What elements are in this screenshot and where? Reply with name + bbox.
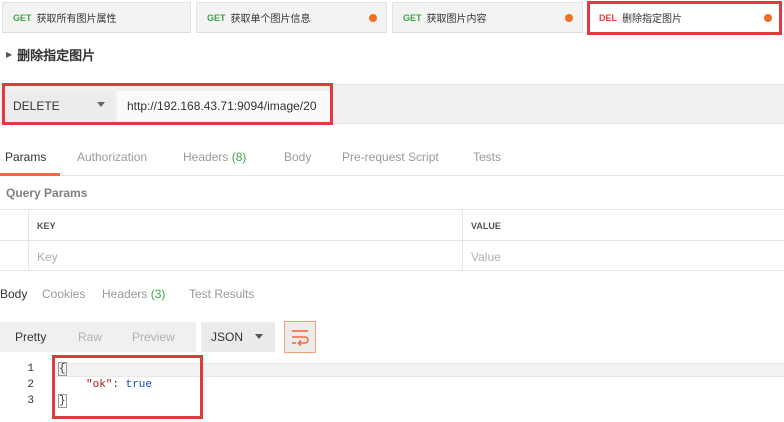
unsaved-dot-icon [764, 14, 772, 22]
tab-headers-label: Headers [183, 150, 229, 164]
headers-count: (8) [231, 150, 247, 164]
caret-right-icon[interactable]: ▶ [6, 50, 12, 59]
view-mode-group: Pretty Raw Preview [0, 322, 196, 352]
value-column-header: VALUE [462, 210, 784, 240]
table-header-row: KEY VALUE [0, 210, 784, 241]
tab-authorization[interactable]: Authorization [77, 150, 147, 164]
current-line-highlight [56, 363, 784, 377]
response-tab-body[interactable]: Body [0, 287, 27, 301]
url-bar: DELETE http://192.168.43.71:9094/image/2… [0, 84, 784, 124]
tab-body[interactable]: Body [284, 150, 311, 164]
format-select-value: JSON [211, 330, 244, 344]
table-row: Key Value [0, 241, 784, 272]
tab-method: GET [403, 12, 422, 23]
response-tab-headers[interactable]: Headers (3) [102, 287, 165, 301]
response-body-editor[interactable]: 1 2 3 { "ok": true } [0, 362, 784, 422]
tab-method: GET [207, 12, 226, 23]
response-headers-count: (3) [150, 287, 166, 301]
request-title-text: 删除指定图片 [17, 48, 96, 63]
matched-bracket: } [58, 394, 67, 408]
tab-headers[interactable]: Headers (8) [183, 150, 246, 164]
method-select-value: DELETE [13, 99, 60, 113]
tab-tests[interactable]: Tests [473, 150, 501, 164]
tab-get-all-image-properties[interactable]: GET 获取所有图片属性 [2, 2, 191, 33]
json-key: "ok" [86, 379, 113, 391]
response-tab-headers-label: Headers [102, 287, 148, 301]
request-subtabs: Params Authorization Headers (8) Body Pr… [0, 140, 784, 176]
line-number: 1 [27, 363, 34, 375]
request-title[interactable]: ▶ 删除指定图片 [6, 45, 95, 64]
tab-title: 获取单个图片信息 [230, 14, 311, 25]
pretty-button[interactable]: Pretty [15, 330, 46, 344]
key-input[interactable]: Key [28, 241, 462, 271]
response-tab-test-results[interactable]: Test Results [189, 287, 254, 301]
response-tab-cookies[interactable]: Cookies [42, 287, 85, 301]
line-number: 3 [27, 395, 34, 407]
value-input[interactable]: Value [462, 241, 784, 271]
method-select[interactable]: DELETE [6, 91, 114, 121]
tab-title: 获取图片内容 [426, 14, 487, 25]
tab-delete-image[interactable]: DEL 删除指定图片 [588, 2, 782, 33]
active-tab-indicator [0, 173, 60, 176]
chevron-down-icon [255, 334, 263, 339]
query-params-label: Query Params [6, 186, 88, 200]
unsaved-dot-icon [369, 14, 377, 22]
matched-bracket: { [58, 362, 67, 376]
raw-button[interactable]: Raw [78, 330, 102, 344]
tab-get-single-image-info[interactable]: GET 获取单个图片信息 [196, 2, 387, 33]
chevron-down-icon [97, 102, 105, 107]
code-line: } [58, 394, 67, 408]
tab-params[interactable]: Params [5, 150, 46, 164]
json-colon: : [112, 379, 126, 391]
code-line: { [58, 362, 67, 376]
url-input[interactable]: http://192.168.43.71:9094/image/20 [117, 91, 332, 121]
code-line: "ok": true [86, 379, 152, 391]
wrap-lines-button[interactable] [285, 322, 315, 352]
wrap-lines-icon [292, 330, 309, 347]
key-column-header: KEY [28, 210, 462, 240]
tab-title: 删除指定图片 [622, 14, 682, 25]
tab-title: 获取所有图片属性 [36, 14, 117, 25]
tab-method: GET [13, 12, 32, 23]
line-number: 2 [27, 379, 34, 391]
unsaved-dot-icon [565, 14, 573, 22]
tab-prerequest-script[interactable]: Pre-request Script [342, 150, 439, 164]
tab-method: DEL [599, 12, 617, 23]
preview-button[interactable]: Preview [132, 330, 175, 344]
request-tab-bar: GET 获取所有图片属性 GET 获取单个图片信息 GET 获取图片内容 DEL… [0, 0, 784, 36]
format-select[interactable]: JSON [201, 322, 275, 352]
tab-get-image-content[interactable]: GET 获取图片内容 [392, 2, 583, 33]
query-params-table: KEY VALUE Key Value [0, 209, 784, 271]
json-value: true [125, 379, 153, 391]
